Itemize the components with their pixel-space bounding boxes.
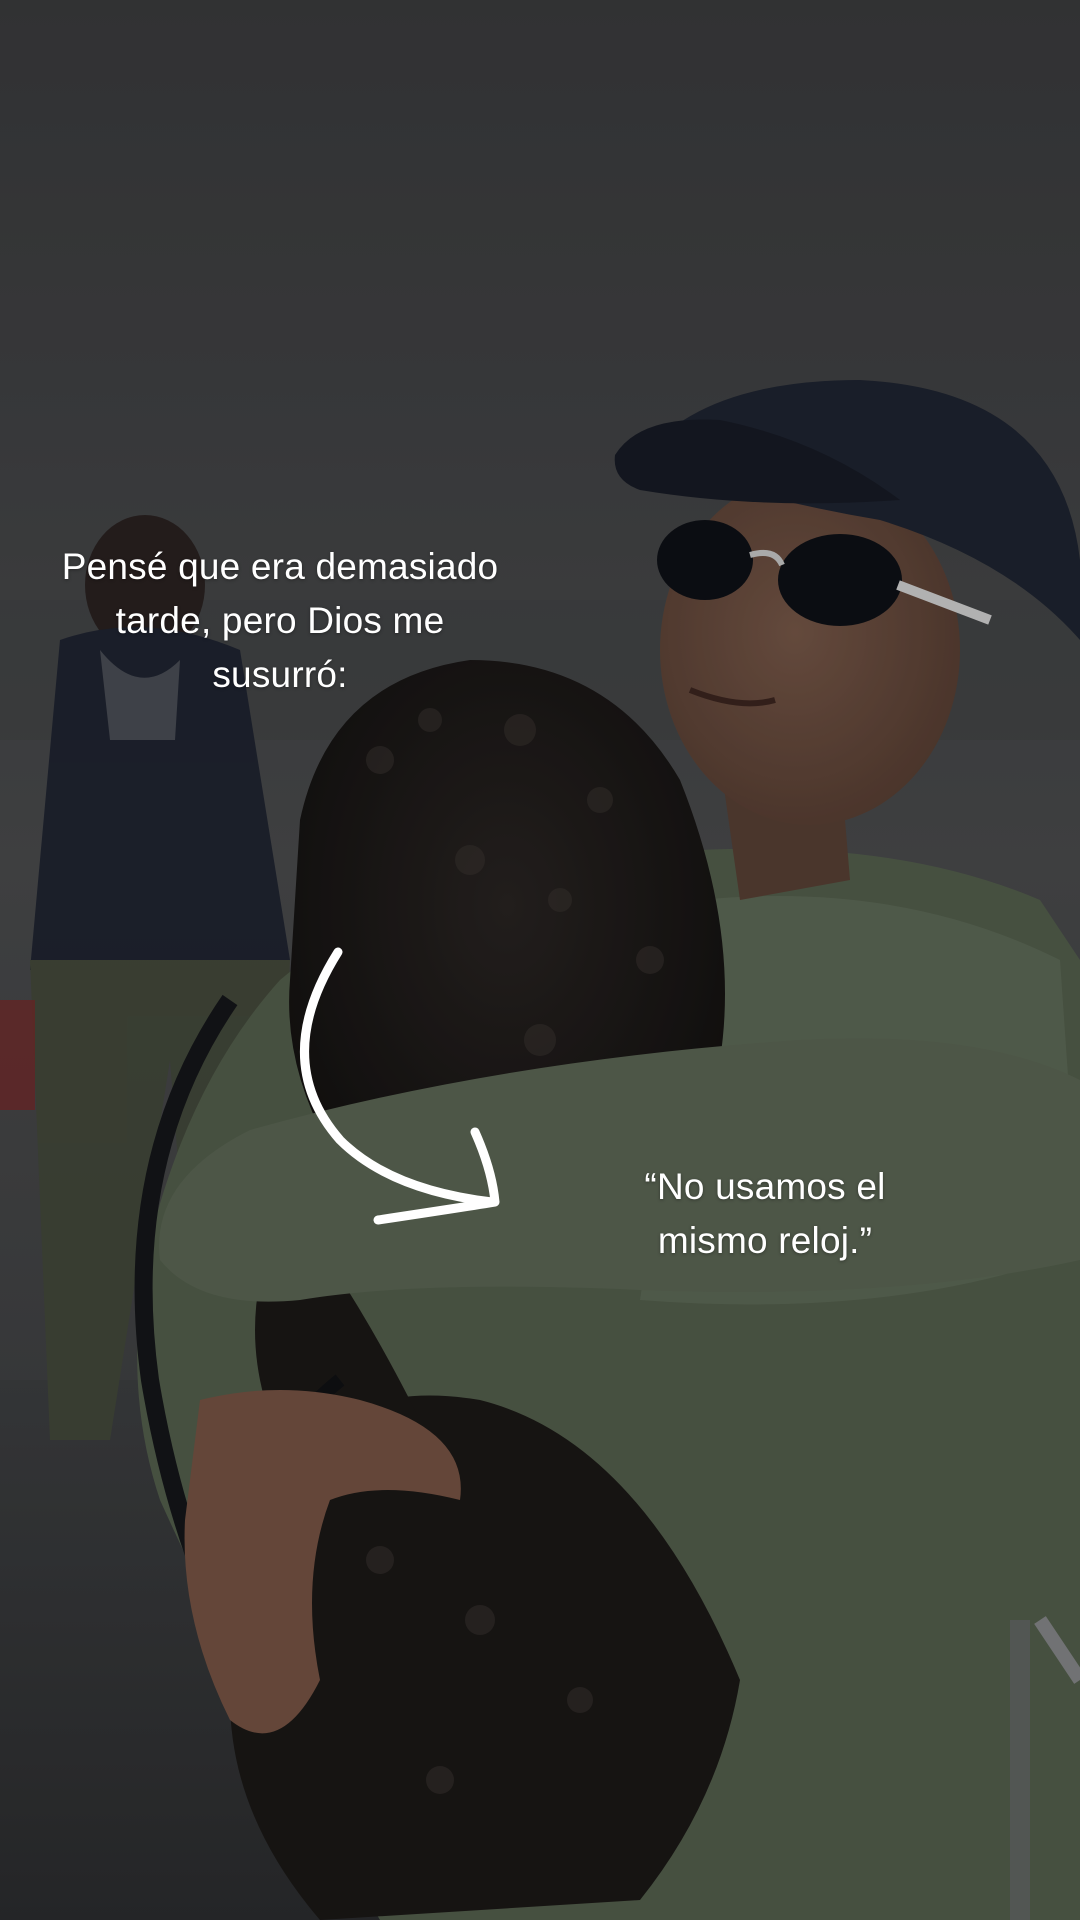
caption-intro-line-3: susurró: [212, 654, 348, 695]
curved-arrow-icon [300, 947, 500, 1225]
background-photo [0, 0, 1080, 1920]
caption-quote: “No usamos el mismo reloj.” [600, 1160, 930, 1268]
story-frame: Pensé que era demasiado tarde, pero Dios… [0, 0, 1080, 1920]
caption-quote-line-1: “No usamos el [644, 1166, 886, 1207]
caption-quote-line-2: mismo reloj.” [657, 1220, 873, 1261]
caption-intro-line-2: tarde, pero Dios me [115, 600, 445, 641]
caption-intro-line-1: Pensé que era demasiado [61, 546, 499, 587]
caption-intro: Pensé que era demasiado tarde, pero Dios… [10, 540, 550, 702]
